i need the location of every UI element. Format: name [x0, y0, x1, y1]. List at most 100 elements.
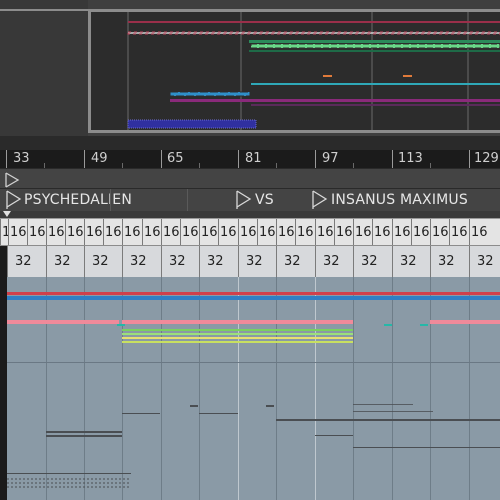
locator-flag-icon[interactable]: [6, 190, 22, 210]
clip-length-cell[interactable]: 32: [353, 246, 392, 277]
clip-note-blue[interactable]: [7, 296, 353, 300]
arrangement-overview[interactable]: [0, 0, 500, 150]
clip-length-cell[interactable]: 32: [430, 246, 469, 277]
ruler-tick: [6, 150, 7, 168]
clip-length-cell[interactable]: 16: [372, 219, 392, 246]
clip-note-pink[interactable]: [7, 320, 119, 324]
clip-note-teal[interactable]: [420, 324, 428, 326]
clip-length-cell[interactable]: 16: [334, 219, 353, 246]
clip-length-cell[interactable]: 16: [103, 219, 122, 246]
clip-length-cell[interactable]: 16: [218, 219, 238, 246]
clip-length-cell[interactable]: 16: [65, 219, 84, 246]
ruler-bar-number: 65: [167, 151, 184, 166]
clip-note-pink[interactable]: [122, 320, 353, 324]
clip-note-red[interactable]: [353, 292, 500, 295]
clip-note-yellow[interactable]: [122, 337, 353, 339]
locator-label[interactable]: PSYCHEDALIEN: [24, 189, 132, 211]
clip-length-cell[interactable]: 16: [46, 219, 65, 246]
locator-flag-icon[interactable]: [312, 190, 328, 210]
clip-note-pink[interactable]: [430, 320, 500, 324]
clip-note-dark[interactable]: [122, 413, 160, 414]
clip-row-32[interactable]: 32 32 32 32 32 32 32 32 32 32 32 32 32: [0, 245, 500, 278]
clip-length-cell[interactable]: 16: [469, 219, 500, 246]
locator-label[interactable]: INSANUS MAXIMUS: [331, 189, 468, 211]
clip-length-cell[interactable]: 16: [353, 219, 372, 246]
clip-note-green[interactable]: [122, 333, 353, 335]
ruler-bar-number: 129: [474, 151, 499, 166]
beat-time-ruler[interactable]: 33 49 65 81 97 113 129: [0, 150, 500, 168]
clip-length-cell[interactable]: 16: [180, 219, 199, 246]
locator-label[interactable]: VS: [255, 189, 274, 211]
clip-length-cell[interactable]: 32: [161, 246, 199, 277]
overview-top-line: [0, 9, 88, 11]
ruler-bar-number: 49: [91, 151, 108, 166]
grid-line: [353, 277, 354, 500]
clip-length-cell[interactable]: 16: [392, 219, 411, 246]
clip-length-cell[interactable]: 32: [7, 246, 46, 277]
clip-length-cell[interactable]: 32: [392, 246, 430, 277]
clip-length-cell[interactable]: 16: [257, 219, 276, 246]
clip-length-cell[interactable]: 16: [315, 219, 334, 246]
clip-note-teal[interactable]: [384, 324, 392, 326]
clip-length-cell[interactable]: 16: [142, 219, 161, 246]
clip-note-dark[interactable]: [315, 435, 353, 436]
clip-length-cell[interactable]: 32: [84, 246, 122, 277]
ruler-tick: [238, 150, 239, 168]
locator-line: [315, 277, 316, 500]
grid-line: [122, 277, 123, 500]
clip-length-cell[interactable]: 16: [84, 219, 103, 246]
clip-length-cell[interactable]: 16: [122, 219, 142, 246]
ruler-tick: [84, 150, 85, 168]
clip-note-teal[interactable]: [117, 324, 125, 326]
clip-note-dark[interactable]: [353, 411, 433, 412]
clip-length-cell[interactable]: 32: [315, 246, 353, 277]
clip-length-cell[interactable]: 16: [0, 219, 8, 246]
grid-line: [276, 277, 277, 500]
ruler-tick: [469, 150, 470, 168]
clip-note-dark[interactable]: [266, 405, 274, 407]
clip-note-dark[interactable]: [276, 419, 353, 421]
clip-length-cell[interactable]: 32: [469, 246, 500, 277]
row-edge: [0, 246, 7, 277]
arrangement-clip-area[interactable]: [0, 277, 500, 500]
clip-note-yellow[interactable]: [122, 341, 353, 343]
start-marker-icon[interactable]: [5, 172, 21, 188]
locator-strip[interactable]: PSYCHEDALIEN VS INSANUS MAXIMUS: [0, 188, 500, 219]
clip-length-cell[interactable]: 16: [238, 219, 257, 246]
clip-row-16[interactable]: 16 16 16 16 16 16 16 16 16 16 16 16 16 1…: [0, 218, 500, 246]
locator-flag-icon[interactable]: [236, 190, 252, 210]
clip-note-dark[interactable]: [353, 419, 500, 421]
clip-length-cell[interactable]: 32: [238, 246, 276, 277]
ruler-tick: [315, 150, 316, 168]
grid-line: [469, 277, 470, 500]
clip-note-dark[interactable]: [46, 435, 122, 437]
clip-length-cell[interactable]: 16: [8, 219, 27, 246]
clip-note-dark[interactable]: [190, 405, 198, 407]
grid-line: [84, 277, 85, 500]
clip-length-cell[interactable]: 16: [161, 219, 180, 246]
clip-length-cell[interactable]: 16: [449, 219, 469, 246]
clip-length-cell[interactable]: 32: [276, 246, 315, 277]
clip-note-dark[interactable]: [7, 473, 131, 474]
clip-length-cell[interactable]: 16: [199, 219, 218, 246]
clip-length-cell[interactable]: 16: [276, 219, 295, 246]
clip-note-blue[interactable]: [353, 296, 500, 300]
clip-note-dark[interactable]: [199, 413, 238, 414]
clip-length-cell[interactable]: 16: [295, 219, 315, 246]
clip-length-cell[interactable]: 16: [27, 219, 46, 246]
clip-note-red[interactable]: [7, 292, 353, 295]
clip-note-green[interactable]: [122, 329, 353, 331]
clip-note-dark[interactable]: [353, 447, 500, 448]
clip-length-cell[interactable]: 32: [46, 246, 84, 277]
insert-marker-icon: [3, 211, 11, 217]
track-left-edge: [0, 277, 7, 500]
clip-length-cell[interactable]: 16: [411, 219, 430, 246]
clip-length-cell[interactable]: 32: [122, 246, 161, 277]
clip-note-dark[interactable]: [46, 431, 122, 433]
locator-line: [238, 277, 239, 500]
loop-brace-strip[interactable]: [0, 168, 500, 189]
clip-note-dark[interactable]: [353, 404, 413, 405]
clip-length-cell[interactable]: 32: [199, 246, 238, 277]
clip-length-cell[interactable]: 16: [430, 219, 449, 246]
ruler-bar-number: 97: [322, 151, 339, 166]
